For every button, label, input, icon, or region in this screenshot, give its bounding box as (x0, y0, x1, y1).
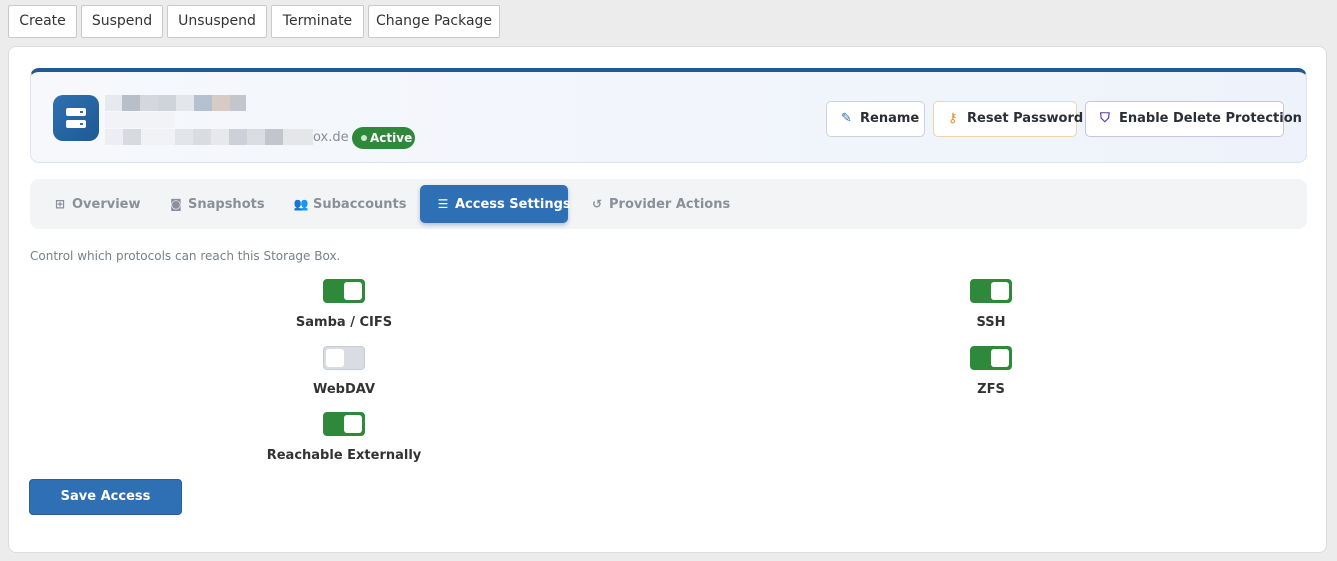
hostname-suffix: ox.de (313, 130, 349, 145)
tab-subaccounts[interactable]: 👥 Subaccounts (292, 185, 407, 223)
tab-bar: ⊞ Overview ◙ Snapshots 👥 Subaccounts ☰ Acces… (30, 179, 1307, 229)
tab-provider-actions[interactable]: ↺ Provider Actions (588, 185, 730, 223)
shield-icon: ⛉ (1100, 111, 1110, 126)
key-icon: ⚷ (948, 111, 958, 126)
suspend-button[interactable]: Suspend (81, 5, 163, 38)
reachable-externally-toggle[interactable] (323, 412, 365, 436)
camera-icon: ◙ (170, 197, 182, 211)
access-description: Control which protocols can reach this S… (30, 249, 341, 263)
status-label: Active (370, 131, 413, 145)
tab-provider-actions-label: Provider Actions (609, 197, 731, 212)
delete-protection-label: Enable Delete Protection (1119, 111, 1302, 126)
ssh-label: SSH (976, 315, 1006, 330)
tab-snapshots-label: Snapshots (188, 197, 265, 212)
webdav-toggle[interactable] (323, 346, 365, 370)
sliders-icon: ☰ (437, 197, 449, 211)
reset-password-label: Reset Password (967, 111, 1084, 126)
tab-overview-label: Overview (72, 197, 141, 212)
terminate-button[interactable]: Terminate (271, 5, 364, 38)
reset-password-button[interactable]: ⚷ Reset Password (933, 101, 1083, 137)
zfs-toggle[interactable] (970, 346, 1012, 370)
save-access-settings-button[interactable]: Save Access Settings (29, 479, 182, 538)
rename-label: Rename (860, 111, 920, 126)
storage-box-card: ox.de Active ✎ Rename ⚷ Reset Password ⛉… (8, 46, 1327, 553)
status-badge: Active (352, 127, 415, 149)
reachable-externally-label: Reachable Externally (266, 448, 422, 463)
storage-box-header: ox.de Active ✎ Rename ⚷ Reset Password ⛉… (30, 68, 1307, 163)
change-package-button[interactable]: Change Package (368, 5, 500, 38)
samba-cifs-label: Samba / CIFS (295, 315, 393, 330)
tab-subaccounts-label: Subaccounts (313, 197, 407, 212)
enable-delete-protection-button[interactable]: ⛉ Enable Delete Protection (1085, 101, 1302, 137)
tab-access-settings[interactable]: ☰ Access Settings (420, 185, 571, 223)
tab-snapshots[interactable]: ◙ Snapshots (167, 185, 265, 223)
grid-icon: ⊞ (54, 197, 66, 211)
unsuspend-button[interactable]: Unsuspend (167, 5, 267, 38)
history-icon: ↺ (591, 197, 603, 211)
zfs-label: ZFS (977, 382, 1005, 397)
webdav-label: WebDAV (312, 382, 376, 397)
pencil-icon: ✎ (841, 111, 852, 126)
tab-overview[interactable]: ⊞ Overview (51, 185, 141, 223)
create-button[interactable]: Create (8, 5, 77, 38)
tab-access-settings-label: Access Settings (455, 197, 571, 212)
server-icon (53, 95, 99, 141)
users-icon: 👥 (293, 197, 309, 211)
ssh-toggle[interactable] (970, 279, 1012, 303)
samba-cifs-toggle[interactable] (323, 279, 365, 303)
module-toolbar: Create Suspend Unsuspend Terminate Chang… (0, 0, 1337, 42)
status-dot-icon (361, 135, 367, 141)
rename-button[interactable]: ✎ Rename (826, 101, 925, 137)
